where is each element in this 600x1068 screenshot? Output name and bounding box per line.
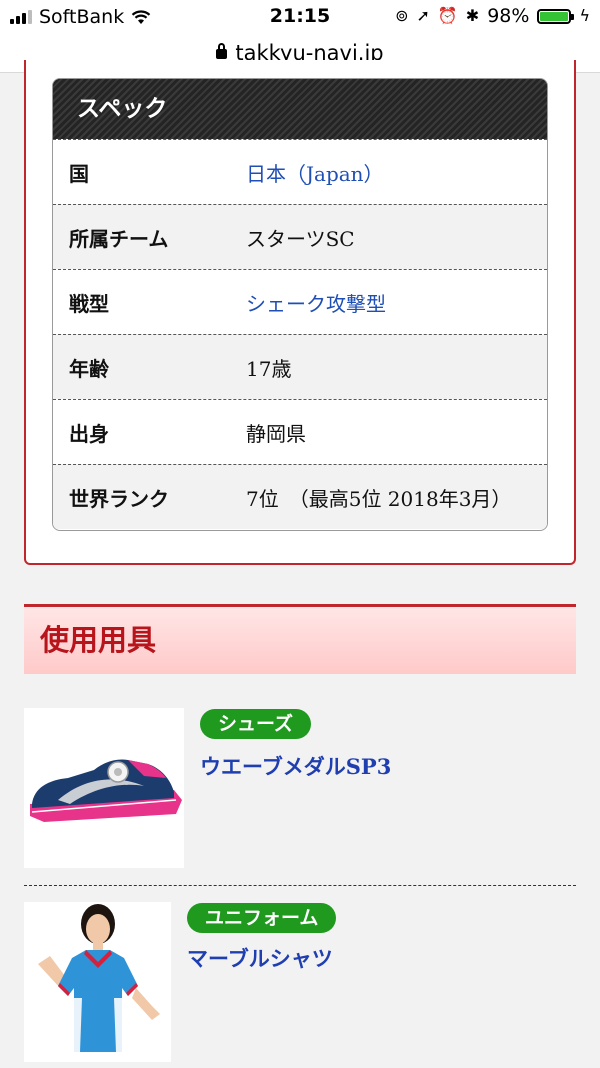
spec-label: 出身	[69, 421, 109, 446]
category-badge: シューズ	[200, 709, 312, 739]
spec-row-team: 所属チーム スターツSC	[53, 204, 547, 269]
country-link[interactable]: 日本（Japan）	[246, 158, 384, 187]
uniform-image[interactable]	[24, 902, 171, 1062]
product-link[interactable]: ウエーブメダルSP3	[200, 751, 391, 781]
status-bar-right: ⊚ ➚ ⏰ ✱ 98% ϟ	[395, 5, 590, 27]
spec-title: スペック	[53, 79, 547, 139]
spec-label: 年齢	[69, 356, 109, 381]
battery-level-fill	[540, 11, 568, 21]
spec-label: 国	[69, 161, 89, 186]
battery-icon	[537, 8, 575, 24]
list-item[interactable]: ユニフォーム マーブルシャツ	[24, 902, 576, 1068]
charging-icon: ϟ	[579, 6, 590, 25]
spec-row-world-rank: 世界ランク 7位 （最高5位 2018年3月）	[53, 464, 547, 529]
spec-row-style: 戦型 シェーク攻撃型	[53, 269, 547, 334]
status-bar: SoftBank 21:15 ⊚ ➚ ⏰ ✱ 98% ϟ	[0, 0, 600, 34]
spec-label: 世界ランク	[69, 486, 169, 511]
equipment-heading: 使用用具	[24, 604, 576, 674]
orientation-lock-icon: ⊚	[395, 6, 409, 25]
category-badge: ユニフォーム	[187, 903, 337, 933]
spec-value: スターツSC	[246, 226, 355, 251]
location-icon: ➚	[416, 6, 430, 25]
product-link[interactable]: マーブルシャツ	[187, 943, 333, 973]
spec-row-country: 国 日本（Japan）	[53, 139, 547, 204]
spec-table: スペック 国 日本（Japan） 所属チーム スターツSC 戦型 シェーク攻撃型…	[52, 78, 548, 531]
battery-percent: 98%	[487, 5, 530, 27]
alarm-icon: ⏰	[437, 6, 458, 25]
shoe-image[interactable]	[24, 708, 184, 868]
spec-row-age: 年齢 17歳	[53, 334, 547, 399]
play-style-link[interactable]: シェーク攻撃型	[246, 288, 386, 317]
spec-value: 静岡県	[246, 421, 306, 446]
spec-row-hometown: 出身 静岡県	[53, 399, 547, 464]
bluetooth-icon: ✱	[465, 6, 480, 25]
spec-value: 17歳	[246, 356, 292, 381]
spec-value: 7位 （最高5位 2018年3月）	[246, 486, 512, 511]
spec-label: 戦型	[69, 291, 109, 316]
spec-label: 所属チーム	[69, 226, 169, 251]
list-item[interactable]: シューズ ウエーブメダルSP3	[24, 708, 576, 886]
